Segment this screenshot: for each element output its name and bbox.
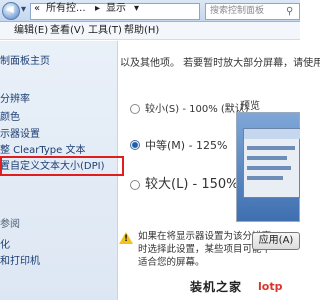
radio-medium[interactable] — [130, 140, 140, 150]
radio-larger[interactable] — [130, 180, 140, 190]
menu-help[interactable]: 帮助(H) — [124, 24, 159, 37]
breadcrumb-dropdown-icon[interactable]: ▾ — [134, 3, 139, 15]
breadcrumb-overflow-icon[interactable]: « — [34, 3, 40, 15]
highlight-box — [0, 156, 124, 176]
back-arrow-icon: ◀ — [6, 4, 14, 15]
option-larger-label[interactable]: 较大(L) - 150% — [145, 176, 239, 193]
sidebar-item-calibrate-color[interactable]: 颜色 — [0, 111, 20, 124]
sidebar-item-devices-printers[interactable]: 和打印机 — [0, 255, 40, 268]
preview-line — [247, 166, 291, 170]
warning-text-line: 适合您的屏幕。 — [138, 257, 205, 268]
sidebar-item-display-settings[interactable]: 示器设置 — [0, 128, 40, 141]
preview-line — [247, 156, 287, 160]
apply-button[interactable]: 应用(A) — [252, 232, 300, 250]
sidebar-item-personalization[interactable]: 化 — [0, 239, 10, 252]
menu-edit[interactable]: 编辑(E) — [14, 24, 48, 37]
option-smaller-label[interactable]: 较小(S) - 100% (默认) — [145, 103, 249, 116]
breadcrumb-arrow-icon[interactable]: ▸ — [95, 3, 100, 15]
preview-titlebar — [244, 129, 300, 139]
watermark-site: lotp — [258, 280, 283, 293]
recent-pages-chevron-icon[interactable]: ▾ — [21, 4, 26, 16]
breadcrumb-all-control-panel[interactable]: 所有控... — [46, 3, 86, 15]
preview-line — [247, 146, 295, 150]
intro-text: 以及其他项。 若要暂时放大部分屏幕，请使用 — [120, 58, 320, 69]
warning-exclamation: ! — [124, 234, 129, 244]
option-medium-label[interactable]: 中等(M) - 125% — [145, 139, 227, 153]
sidebar-item-control-panel-home[interactable]: 制面板主页 — [0, 55, 50, 68]
breadcrumb-display[interactable]: 显示 — [106, 3, 126, 15]
search-placeholder: 搜索控制面板 — [210, 6, 265, 16]
radio-smaller[interactable] — [130, 104, 140, 114]
menu-tools[interactable]: 工具(T) — [88, 24, 122, 37]
search-icon[interactable]: ⚲ — [286, 6, 293, 17]
sidebar-item-adjust-resolution[interactable]: 分辨率 — [0, 93, 30, 106]
menu-view[interactable]: 查看(V) — [50, 24, 85, 37]
preview-line — [247, 176, 283, 180]
see-also-heading: 参阅 — [0, 219, 20, 230]
watermark-text: 装机之家 — [190, 280, 243, 294]
